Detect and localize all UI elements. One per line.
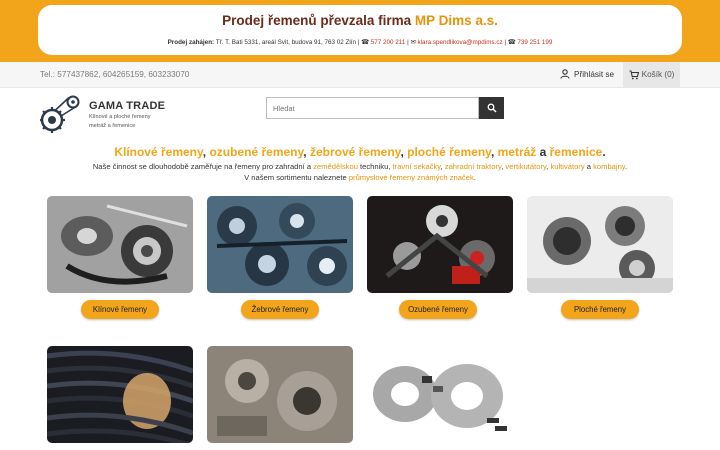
desc-link-traktory[interactable]: zahradní traktory <box>445 162 501 171</box>
desc-link-zemedelskou[interactable]: zemědělskou <box>313 162 358 171</box>
headline-and: a <box>536 145 550 159</box>
category-button-zebrove[interactable]: Žebrové řemeny <box>241 300 319 319</box>
info-address: Tř. T. Bati 5331, areál Svit, budova 91,… <box>214 39 362 46</box>
announcement-banner: Prodej řemenů převzala firma MP Dims a.s… <box>0 0 720 62</box>
category-image-klinove[interactable] <box>47 196 193 293</box>
desc-text: . <box>473 172 476 182</box>
desc-text: Naše činnost se dlouhodobě zaměřuje na ř… <box>92 162 314 171</box>
category-image-remenice[interactable] <box>207 346 353 443</box>
desc-link-kultivatory[interactable]: kultivátory <box>550 162 584 171</box>
contact-phones: Tel.: 577437862, 604265159, 603233070 <box>40 70 190 79</box>
desc-text: . <box>625 162 628 171</box>
headline-link-metraz[interactable]: metráž <box>498 145 537 159</box>
category-button-ozubene[interactable]: Ozubené řemeny <box>399 300 477 319</box>
headline-link-ozubene[interactable]: ozubené řemeny <box>209 145 303 159</box>
category-image-ploche[interactable] <box>527 196 673 293</box>
intro-description: Naše činnost se dlouhodobě zaměřuje na ř… <box>0 162 720 183</box>
cart-button[interactable]: Košík (0) <box>623 62 680 87</box>
desc-link-kombajny[interactable]: kombajny <box>593 162 625 171</box>
logo-subtitle-1: Klínové a ploché řemeny <box>89 114 151 120</box>
gear-belt-logo-icon[interactable] <box>40 94 82 134</box>
category-image-upinaci-pouzdra[interactable] <box>367 346 513 443</box>
login-label: Přihlásit se <box>574 69 615 79</box>
info-label: Prodej zahájen: <box>167 39 215 46</box>
desc-link-vertikutatory[interactable]: vertikutátory <box>505 162 546 171</box>
headline-link-ploche[interactable]: ploché řemeny <box>407 145 491 159</box>
email-link[interactable]: klara.spendlikova@mpdims.cz <box>418 39 503 46</box>
headline-link-zebrove[interactable]: žebrové řemeny <box>310 145 401 159</box>
announcement-info: Prodej zahájen: Tř. T. Bati 5331, areál … <box>167 39 553 46</box>
announcement-title-text: Prodej řemenů převzala firma <box>222 13 415 28</box>
headline-link-remenice[interactable]: řemenice <box>550 145 603 159</box>
phone-icon: ☎ <box>361 39 371 46</box>
intro-section: Klínové řemeny, ozubené řemeny, žebrové … <box>0 145 720 183</box>
headline-link-klinove[interactable]: Klínové řemeny <box>114 145 202 159</box>
headline-sep: , <box>490 145 498 159</box>
logo-subtitle-2: metráž a řemenice <box>89 122 136 129</box>
logo-text[interactable]: GAMA TRADE Klínové a ploché řemeny metrá… <box>89 100 165 129</box>
desc-text: V našem sortimentu naleznete <box>244 172 349 182</box>
mail-icon: ✉ <box>410 39 418 46</box>
category-image-zebrove[interactable] <box>207 196 353 293</box>
desc-text: a <box>584 162 594 171</box>
announcement-brand: MP Dims a.s. <box>414 13 498 28</box>
cart-icon <box>629 69 639 79</box>
category-button-ploche[interactable]: Ploché řemeny <box>561 300 639 319</box>
phone-icon: ☎ <box>507 39 518 46</box>
announcement-box: Prodej řemenů převzala firma MP Dims a.s… <box>38 5 682 55</box>
category-image-ozubene[interactable] <box>367 196 513 293</box>
login-link[interactable]: Přihlásit se <box>560 69 614 79</box>
headline-sep: , <box>303 145 310 159</box>
announcement-title: Prodej řemenů převzala firma MP Dims a.s… <box>38 13 682 28</box>
site-header: GAMA TRADE Klínové a ploché řemeny metrá… <box>0 88 720 140</box>
category-image-metraz[interactable] <box>47 346 193 443</box>
desc-text: techniku, <box>357 162 393 171</box>
top-bar: Tel.: 577437862, 604265159, 603233070 Př… <box>0 62 720 88</box>
user-icon <box>560 69 570 79</box>
page-headline: Klínové řemeny, ozubené řemeny, žebrové … <box>0 145 720 159</box>
phone-link-2[interactable]: 739 251 199 <box>517 39 552 46</box>
search-icon <box>487 103 497 113</box>
desc-link-sekacky[interactable]: travní sekačky <box>393 162 441 171</box>
cart-label: Košík (0) <box>641 70 675 79</box>
search-input[interactable] <box>266 97 479 119</box>
desc-link-prumyslove[interactable]: průmyslové řemeny známých značek <box>349 173 474 182</box>
logo-title: GAMA TRADE <box>89 100 166 112</box>
headline-end: . <box>602 145 606 159</box>
category-button-klinove[interactable]: Klínové řemeny <box>81 300 159 319</box>
search-button[interactable] <box>479 97 504 119</box>
phone-link-1[interactable]: 577 200 211 <box>371 39 406 46</box>
